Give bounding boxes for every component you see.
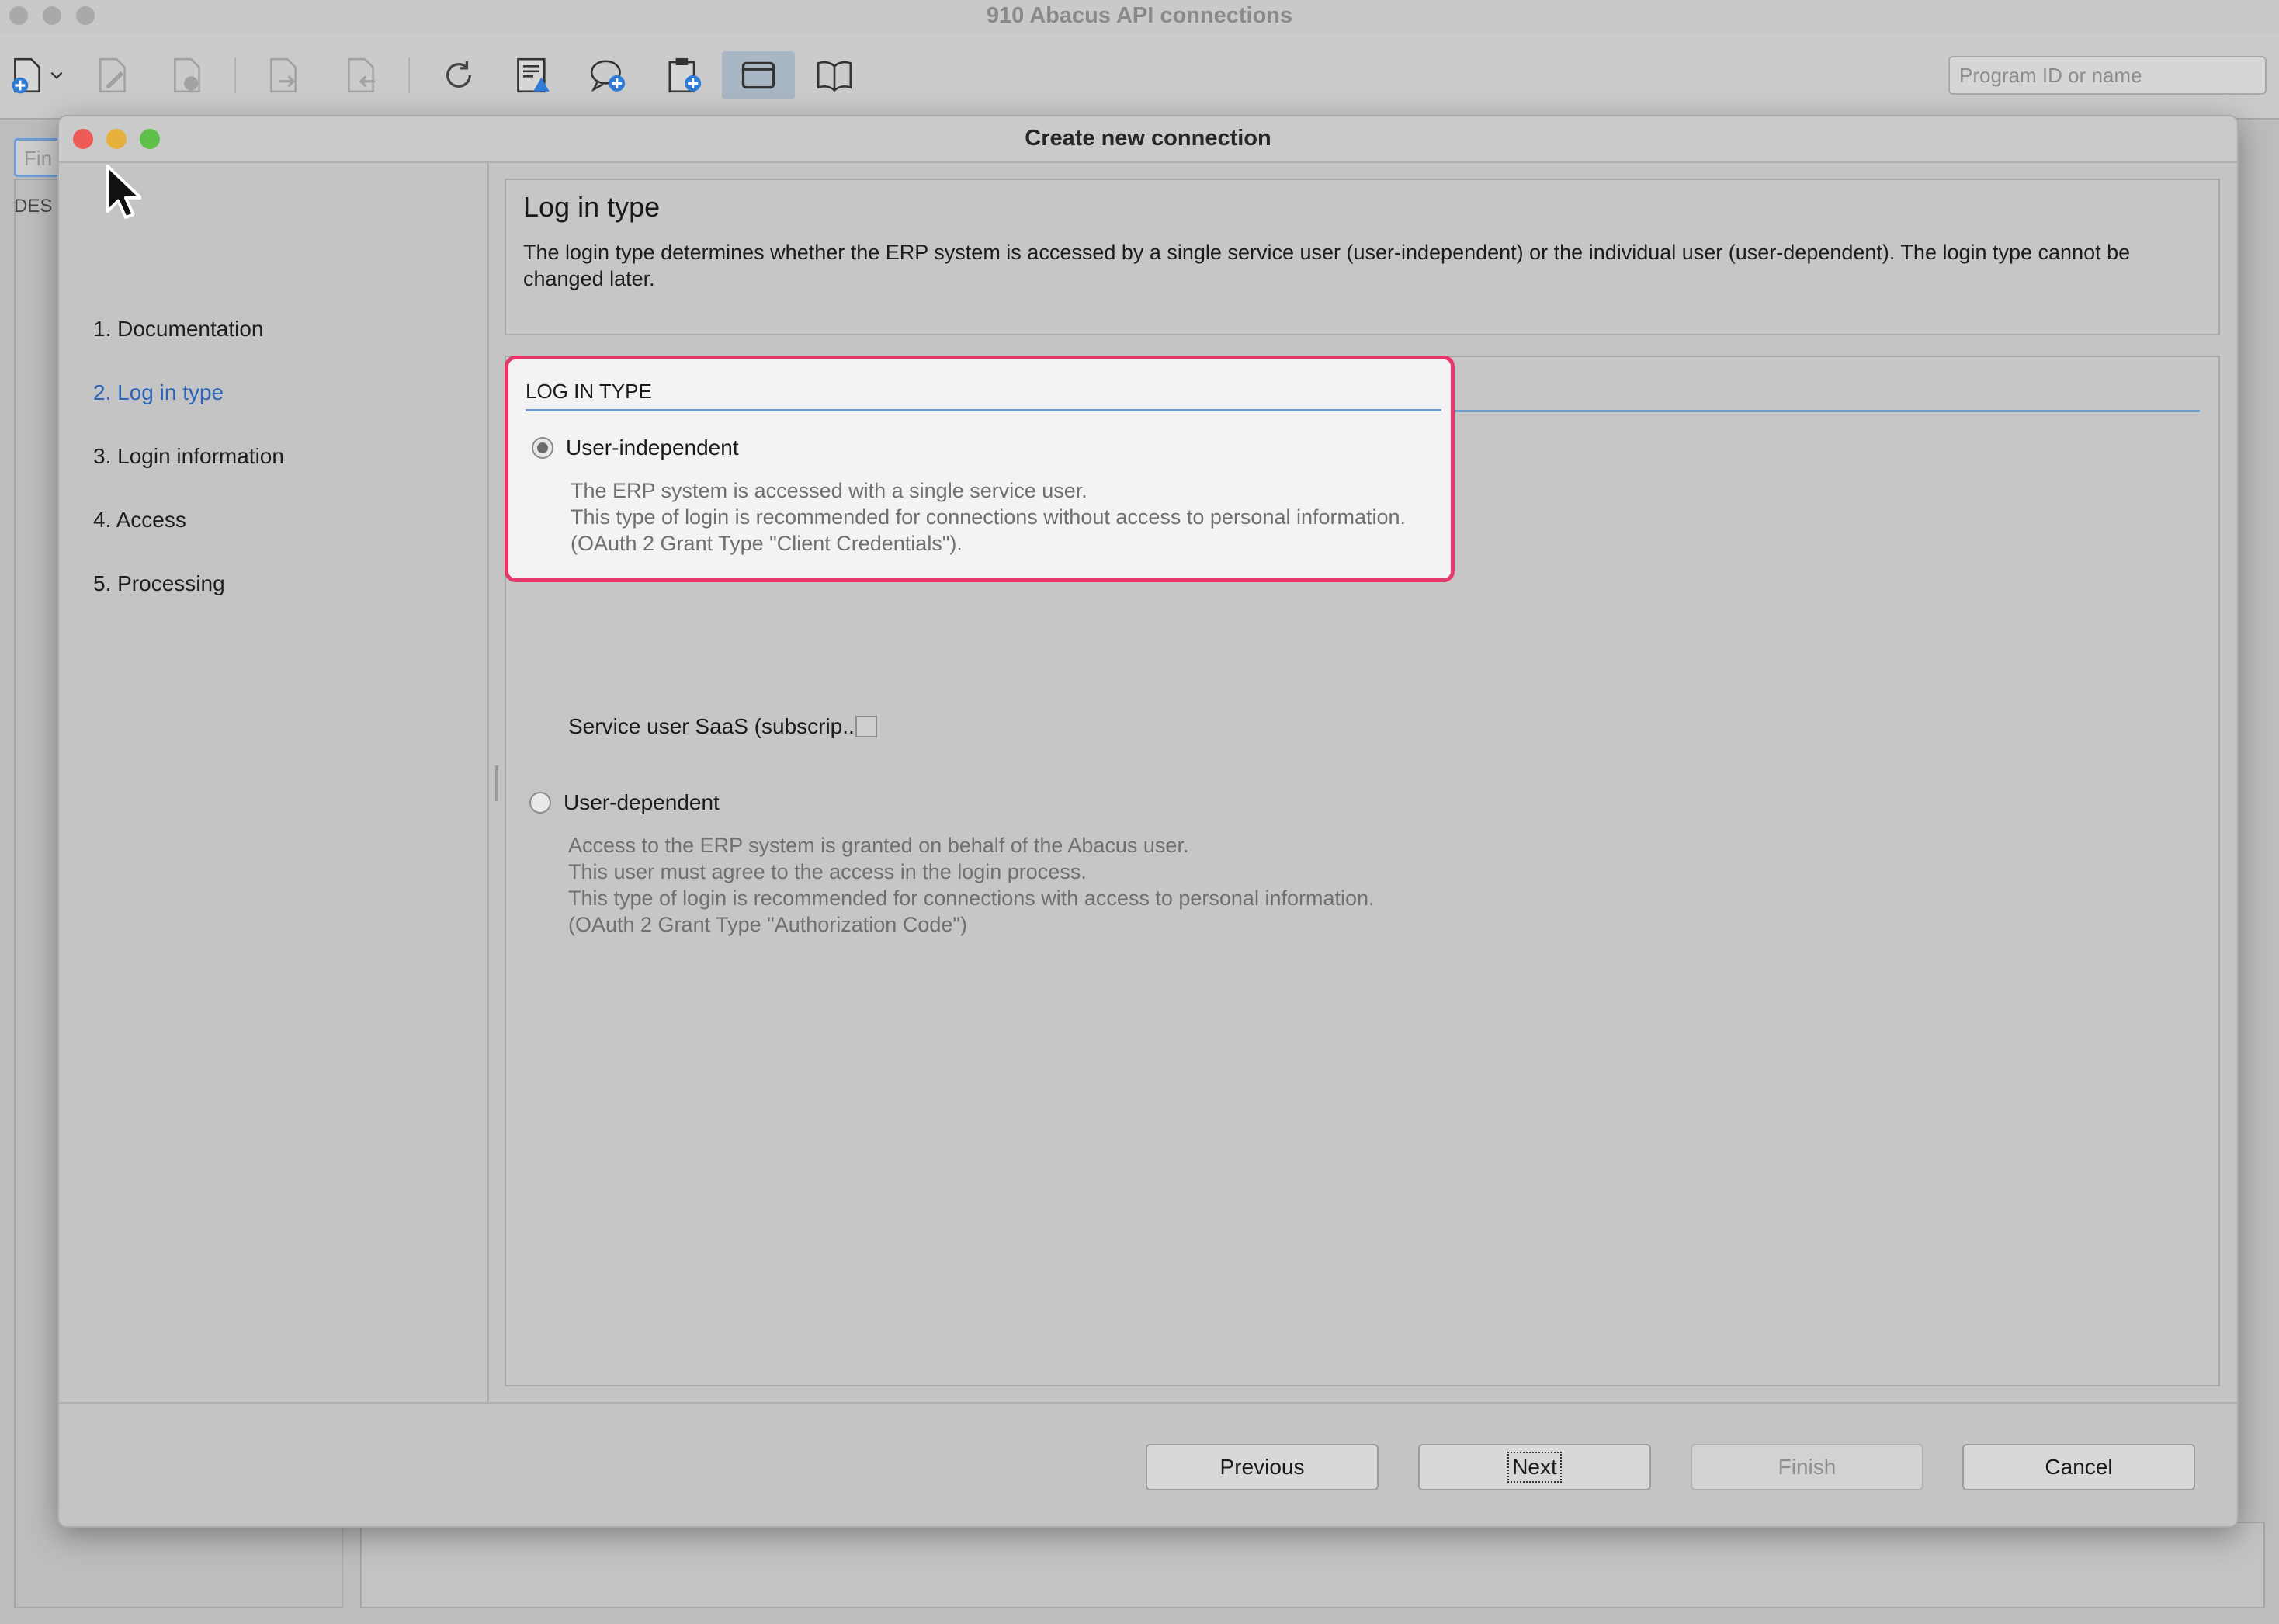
info-panel: Log in type The login type determines wh…: [505, 179, 2220, 335]
toolbar-separator: [408, 57, 410, 93]
app-toolbar: [0, 34, 2279, 120]
saas-checkbox-label: Service user SaaS (subscrip...: [568, 714, 861, 738]
user-independent-description: The ERP system is accessed with a single…: [571, 477, 1406, 557]
background-column-header: DES: [14, 196, 53, 217]
step-access[interactable]: 4. Access: [93, 508, 186, 533]
description-line: This type of login is recommended for co…: [571, 505, 1407, 529]
export-icon[interactable]: [261, 53, 306, 98]
user-dependent-label[interactable]: User-dependent: [564, 790, 720, 815]
wizard-steps: 1. Documentation 2. Log in type 3. Login…: [59, 163, 489, 1402]
dialog-title: Create new connection: [1025, 126, 1271, 151]
user-independent-label[interactable]: User-independent: [566, 435, 739, 460]
next-button-label: Next: [1507, 1452, 1562, 1483]
user-dependent-radio[interactable]: [529, 792, 551, 814]
delete-document-icon[interactable]: [165, 53, 210, 98]
description-line: (OAuth 2 Grant Type "Authorization Code"…: [568, 913, 967, 936]
description-line: Access to the ERP system is granted on b…: [568, 834, 1189, 857]
report-warning-icon[interactable]: [511, 53, 556, 98]
background-detail-panel: [360, 1522, 2265, 1608]
import-icon[interactable]: [338, 53, 383, 98]
log-in-type-panel: LOG IN TYPE User-independent The ERP sys…: [505, 356, 2220, 1386]
mouse-cursor-icon: [106, 164, 141, 220]
description-line: This type of login is recommended for co…: [568, 887, 1375, 910]
next-button[interactable]: Next: [1418, 1444, 1651, 1490]
user-independent-radio[interactable]: [532, 437, 553, 459]
step-processing[interactable]: 5. Processing: [93, 571, 225, 596]
description-line: This user must agree to the access in th…: [568, 860, 1087, 883]
description-line: (OAuth 2 Grant Type "Client Credentials"…: [571, 532, 963, 555]
clipboard-add-icon[interactable]: [661, 53, 706, 98]
previous-button[interactable]: Previous: [1146, 1444, 1379, 1490]
dialog-titlebar: Create new connection: [59, 116, 2237, 163]
program-search-input[interactable]: [1948, 56, 2267, 95]
refresh-icon[interactable]: [436, 53, 481, 98]
info-heading: Log in type: [523, 191, 661, 223]
app-title: 910 Abacus API connections: [986, 3, 1293, 28]
toolbar-separator: [234, 57, 236, 93]
section-divider: [526, 409, 1441, 411]
app-titlebar: 910 Abacus API connections: [0, 0, 2279, 34]
step-log-in-type[interactable]: 2. Log in type: [93, 380, 224, 405]
pane-splitter-handle[interactable]: [495, 765, 498, 801]
window-icon[interactable]: [722, 51, 795, 99]
step-login-information[interactable]: 3. Login information: [93, 444, 284, 469]
highlight-annotation: LOG IN TYPE User-independent The ERP sys…: [505, 356, 1455, 582]
info-text: The login type determines whether the ER…: [523, 241, 2131, 290]
footer-divider: [59, 1402, 2237, 1404]
new-document-icon[interactable]: [5, 53, 50, 98]
saas-checkbox[interactable]: [855, 716, 877, 737]
dropdown-arrow-icon[interactable]: [45, 53, 68, 98]
user-dependent-description: Access to the ERP system is granted on b…: [568, 832, 1375, 938]
cancel-button[interactable]: Cancel: [1962, 1444, 2195, 1490]
comment-add-icon[interactable]: [585, 53, 630, 98]
book-icon[interactable]: [812, 53, 857, 98]
edit-document-icon[interactable]: [90, 53, 135, 98]
finish-button[interactable]: Finish: [1691, 1444, 1923, 1490]
section-label: LOG IN TYPE: [526, 380, 652, 403]
description-line: The ERP system is accessed with a single…: [571, 479, 1087, 502]
step-documentation[interactable]: 1. Documentation: [93, 317, 263, 342]
create-connection-dialog: Create new connection 1. Documentation 2…: [57, 115, 2239, 1528]
